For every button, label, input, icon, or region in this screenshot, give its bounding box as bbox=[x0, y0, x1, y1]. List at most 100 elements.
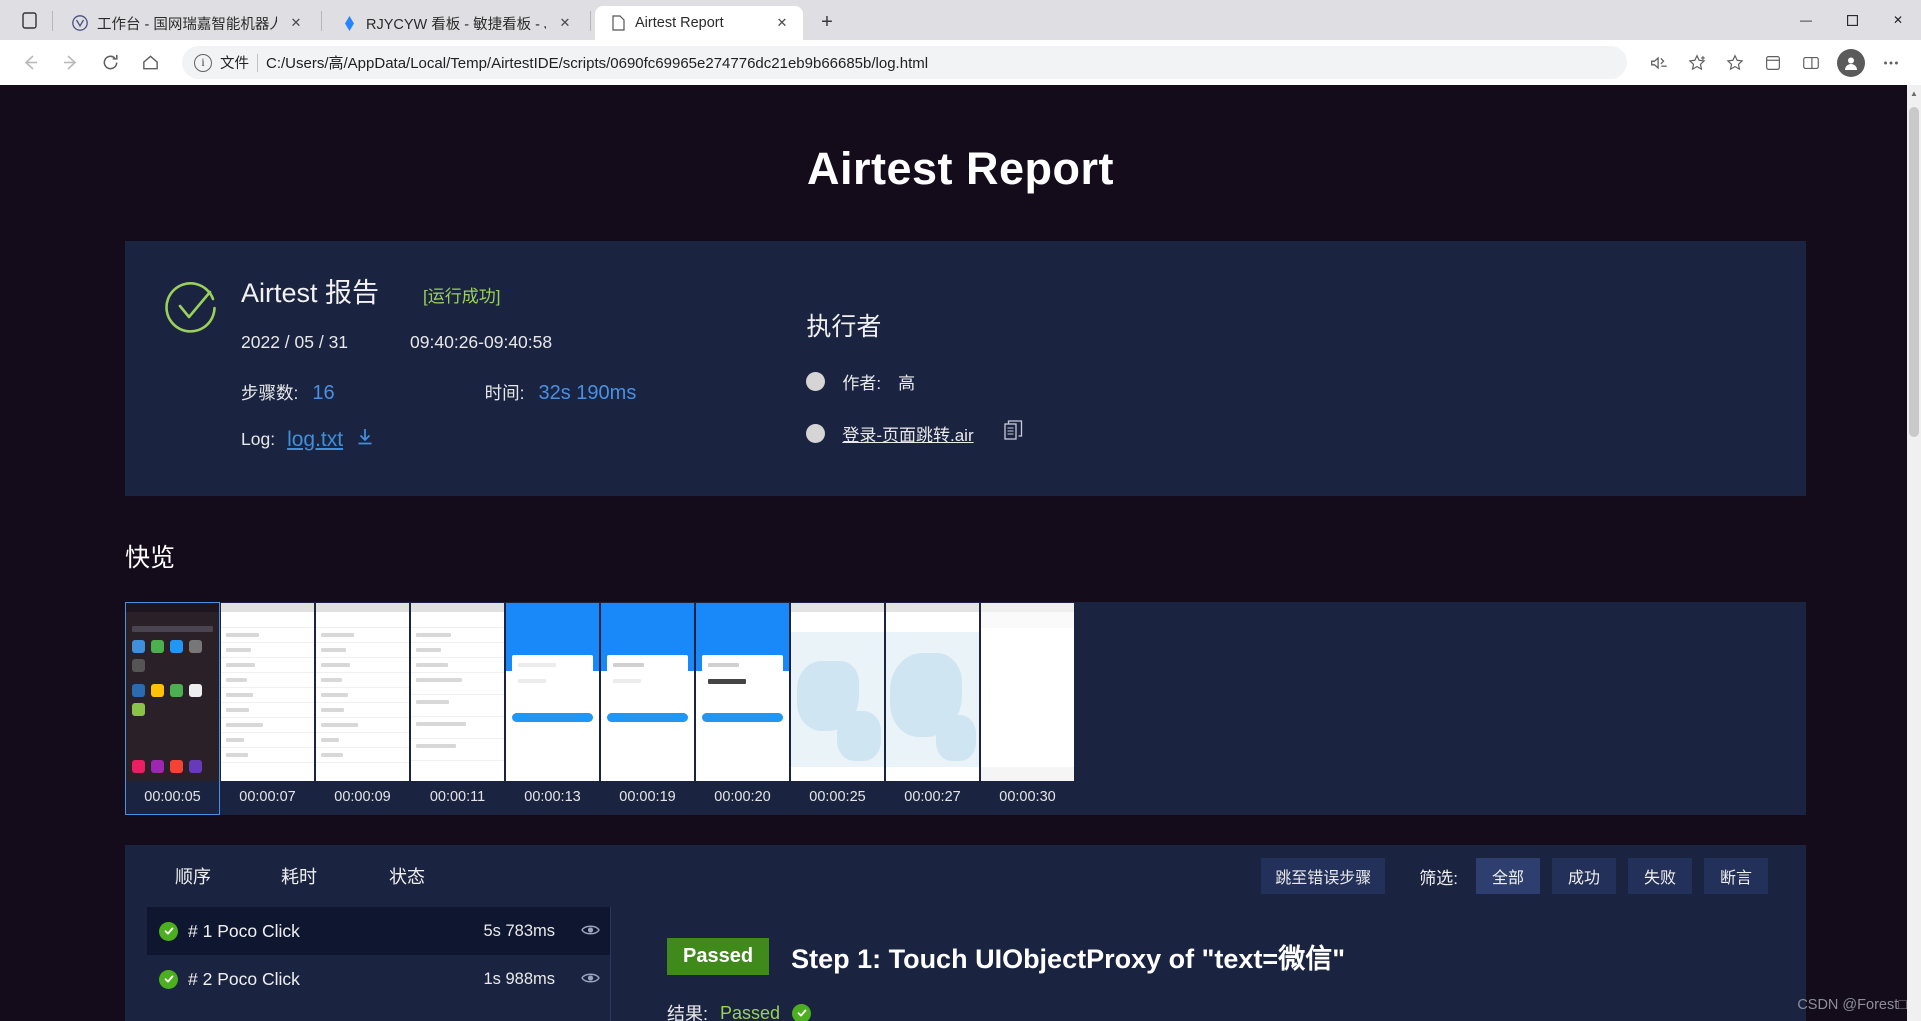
filter-failed-button[interactable]: 失败 bbox=[1627, 858, 1692, 894]
url-text[interactable]: C:/Users/高/AppData/Local/Temp/AirtestIDE… bbox=[266, 52, 928, 73]
vue-logo-icon bbox=[71, 14, 89, 32]
settings-more-icon[interactable] bbox=[1873, 45, 1909, 81]
maximize-button[interactable] bbox=[1829, 0, 1875, 40]
thumbnail-item[interactable]: 00:00:25 bbox=[790, 602, 885, 815]
success-check-icon bbox=[165, 279, 219, 452]
watermark: CSDN @Forest□ bbox=[1797, 997, 1907, 1013]
collections-icon[interactable] bbox=[1755, 45, 1791, 81]
steps-count-value: 16 bbox=[312, 382, 335, 404]
thumbnail-image bbox=[981, 603, 1074, 781]
eye-icon[interactable] bbox=[581, 921, 600, 942]
address-bar[interactable]: i 文件 C:/Users/高/AppData/Local/Temp/Airte… bbox=[182, 46, 1627, 79]
reload-icon[interactable] bbox=[92, 45, 128, 81]
minimize-button[interactable]: — bbox=[1783, 0, 1829, 40]
browser-tab-2-close-icon[interactable]: ✕ bbox=[554, 12, 576, 34]
log-file-link[interactable]: log.txt bbox=[287, 428, 343, 452]
filter-success-button[interactable]: 成功 bbox=[1551, 858, 1616, 894]
omnibox-divider bbox=[257, 53, 258, 72]
summary-panel: Airtest 报告 [运行成功] 2022 / 05 / 31 09:40:2… bbox=[125, 241, 1806, 496]
browser-tab-3-close-icon[interactable]: ✕ bbox=[771, 12, 793, 34]
filter-all-button[interactable]: 全部 bbox=[1475, 858, 1540, 894]
favorites-icon[interactable] bbox=[1717, 45, 1753, 81]
thumbnail-time: 00:00:20 bbox=[696, 781, 789, 814]
thumbnail-time: 00:00:25 bbox=[791, 781, 884, 814]
page-viewport: Airtest Report Airtest 报告 [运行成功] 2022 / … bbox=[0, 85, 1921, 1021]
step-list-item[interactable]: # 1 Poco Click 5s 783ms bbox=[147, 907, 610, 955]
step-duration: 5s 783ms bbox=[483, 921, 555, 940]
duration-label: 时间: bbox=[484, 383, 525, 403]
thumbnail-item[interactable]: 00:00:11 bbox=[410, 602, 505, 815]
author-value: 高 bbox=[898, 374, 916, 393]
thumbnail-image bbox=[126, 603, 219, 781]
thumbnail-item[interactable]: 00:00:07 bbox=[220, 602, 315, 815]
thumbnail-item[interactable]: 00:00:20 bbox=[695, 602, 790, 815]
eye-icon[interactable] bbox=[581, 969, 600, 990]
thumbnail-time: 00:00:07 bbox=[221, 781, 314, 814]
home-icon[interactable] bbox=[132, 45, 168, 81]
step-name: # 2 Poco Click bbox=[188, 968, 300, 989]
column-duration[interactable]: 耗时 bbox=[281, 863, 389, 889]
browser-tab-2-label: RJYCYW 看板 - 敏捷看板 - Jira bbox=[366, 16, 546, 33]
summary-left: Airtest 报告 [运行成功] 2022 / 05 / 31 09:40:2… bbox=[125, 271, 636, 452]
thumbnail-time: 00:00:19 bbox=[601, 781, 694, 814]
site-info-icon[interactable]: i bbox=[194, 53, 212, 72]
thumbnail-item[interactable]: 00:00:13 bbox=[505, 602, 600, 815]
tab-divider bbox=[590, 11, 591, 31]
thumbnail-item[interactable]: 00:00:19 bbox=[600, 602, 695, 815]
add-favorite-icon[interactable] bbox=[1679, 45, 1715, 81]
jira-logo-icon bbox=[340, 14, 358, 32]
thumbnail-item[interactable]: 00:00:30 bbox=[980, 602, 1075, 815]
steps-panel: 顺序 耗时 状态 跳至错误步骤 筛选: 全部 成功 失败 断言 # 1 Poco… bbox=[125, 845, 1806, 1021]
thumbnail-time: 00:00:30 bbox=[981, 781, 1074, 814]
thumbnail-image bbox=[886, 603, 979, 781]
scrollbar-thumb[interactable] bbox=[1909, 107, 1919, 437]
log-label: Log: bbox=[241, 429, 276, 449]
thumbnail-image bbox=[601, 603, 694, 781]
browser-tab-1-close-icon[interactable]: ✕ bbox=[285, 12, 307, 34]
browser-tab-1[interactable]: 工作台 - 国网瑞嘉智能机器人云平 ✕ bbox=[57, 6, 317, 40]
thumbnail-item[interactable]: 00:00:27 bbox=[885, 602, 980, 815]
column-status[interactable]: 状态 bbox=[389, 863, 489, 889]
avatar[interactable] bbox=[1837, 48, 1865, 77]
step-list-item[interactable]: # 2 Poco Click 1s 988ms bbox=[147, 955, 610, 1003]
copy-icon[interactable] bbox=[1003, 420, 1023, 446]
step-duration: 1s 988ms bbox=[483, 969, 555, 988]
summary-title: Airtest 报告 bbox=[241, 278, 380, 308]
summary-time-range: 09:40:26-09:40:58 bbox=[410, 332, 553, 352]
jump-to-error-button[interactable]: 跳至错误步骤 bbox=[1261, 858, 1386, 894]
page-scrollbar[interactable]: ▲ bbox=[1907, 85, 1921, 1021]
new-tab-button[interactable]: + bbox=[811, 6, 843, 38]
thumbnail-image bbox=[411, 603, 504, 781]
thumbnail-item[interactable]: 00:00:05 bbox=[125, 602, 220, 815]
steps-toolbar: 顺序 耗时 状态 跳至错误步骤 筛选: 全部 成功 失败 断言 bbox=[125, 845, 1806, 907]
back-icon[interactable] bbox=[12, 45, 48, 81]
snapshot-title: 快览 bbox=[125, 544, 176, 572]
thumbnail-time: 00:00:09 bbox=[316, 781, 409, 814]
column-order[interactable]: 顺序 bbox=[153, 863, 281, 889]
page-icon bbox=[609, 14, 627, 32]
scroll-up-arrow[interactable]: ▲ bbox=[1907, 85, 1921, 101]
page-title: Airtest Report bbox=[806, 143, 1115, 194]
result-value: Passed bbox=[720, 1002, 781, 1021]
tab-divider bbox=[52, 11, 53, 31]
step-detail-panel: Passed Step 1: Touch UIObjectProxy of "t… bbox=[611, 907, 1806, 1021]
filter-assert-button[interactable]: 断言 bbox=[1703, 858, 1768, 894]
thumbnail-item[interactable]: 00:00:09 bbox=[315, 602, 410, 815]
thumbnail-image bbox=[316, 603, 409, 781]
read-aloud-icon[interactable] bbox=[1641, 45, 1677, 81]
thumbnail-image bbox=[696, 603, 789, 781]
script-name[interactable]: 登录-页面跳转.air bbox=[842, 421, 973, 446]
download-icon[interactable] bbox=[355, 427, 375, 452]
tab-search-icon[interactable] bbox=[10, 0, 48, 40]
forward-icon[interactable] bbox=[52, 45, 88, 81]
browser-toolbar: i 文件 C:/Users/高/AppData/Local/Temp/Airte… bbox=[0, 40, 1921, 85]
tab-divider bbox=[321, 11, 322, 31]
browser-tab-3[interactable]: Airtest Report ✕ bbox=[595, 6, 803, 40]
thumbnail-time: 00:00:05 bbox=[126, 781, 219, 814]
close-window-button[interactable]: ✕ bbox=[1875, 0, 1921, 40]
step-status-icon bbox=[159, 921, 178, 941]
snapshot-panel: 00:00:05 00:00:07 00:00:09 00:00:11 00:0… bbox=[125, 602, 1806, 815]
browser-tab-2[interactable]: RJYCYW 看板 - 敏捷看板 - Jira ✕ bbox=[326, 6, 586, 40]
status-badge: Passed bbox=[667, 938, 770, 975]
browser-essentials-icon[interactable] bbox=[1793, 45, 1829, 81]
